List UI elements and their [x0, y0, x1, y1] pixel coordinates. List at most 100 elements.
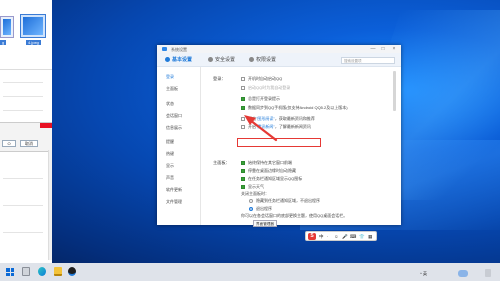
radio-exit-program[interactable]: 退出程序: [249, 206, 272, 212]
minimize-button[interactable]: —: [369, 46, 377, 52]
sidebar-item-software-update[interactable]: 软件更新: [166, 187, 182, 193]
settings-content: 登录： 开机时自动启动QQ 启动QQ时为我自动登录 总是打开登录提示 数据同步到…: [201, 67, 393, 227]
close-button[interactable]: ×: [390, 46, 398, 52]
tray-overflow[interactable]: ^ 英: [420, 271, 427, 277]
shield-icon: [208, 57, 213, 62]
divider: [3, 178, 43, 179]
scrollbar-thumb[interactable]: [393, 71, 396, 111]
option-label: 在任务栏通知区域显示QQ图标: [248, 176, 303, 181]
radio-label: 隐藏到任务栏通知区域，不退出程序: [256, 198, 320, 203]
ime-toolbox-icon[interactable]: ▦: [368, 233, 372, 240]
close-icon[interactable]: [40, 123, 52, 128]
tab-basic-settings[interactable]: 基本设置: [165, 56, 192, 65]
checkbox[interactable]: [241, 117, 245, 121]
option-show-weather[interactable]: 显示天气: [241, 184, 264, 190]
tab-permission-settings[interactable]: 权限设置: [249, 56, 276, 65]
option-label: 始终保持在其它窗口前端: [248, 160, 292, 165]
sidebar-item-display[interactable]: 显示: [166, 163, 174, 169]
checkbox[interactable]: [241, 86, 245, 90]
divider: [3, 82, 43, 83]
checkbox-checked[interactable]: [241, 169, 245, 173]
sidebar-item-reminder[interactable]: 提醒: [166, 139, 174, 145]
thumbnail-label: g: [0, 40, 7, 45]
radio-button[interactable]: [249, 199, 253, 203]
section-label-login: 登录：: [213, 76, 226, 81]
image-thumbnail[interactable]: [0, 16, 14, 38]
sidebar-item-chat-window[interactable]: 会话窗口: [166, 113, 182, 119]
checkbox-checked[interactable]: [241, 97, 245, 101]
scrollbar[interactable]: [48, 150, 52, 260]
ime-mode-chinese[interactable]: 中: [319, 233, 324, 240]
title-bar[interactable]: 系统设置 — □ ×: [157, 45, 401, 53]
sidebar-item-login[interactable]: 登录: [166, 74, 174, 80]
option-label-rest: ，了解最新新闻资讯: [274, 124, 311, 129]
radio-label: 退出程序: [256, 206, 272, 211]
tab-label: 安全设置: [215, 57, 236, 63]
checkbox[interactable]: [241, 125, 245, 129]
sidebar-item-status[interactable]: 状态: [166, 101, 174, 107]
sogou-logo-icon[interactable]: S: [308, 233, 316, 240]
tab-label: 基本设置: [172, 57, 193, 63]
ime-toolbar[interactable]: S 中 · ☺ 🎤 ⌨ 👕 ▦: [305, 231, 377, 241]
option-autologin[interactable]: 启动QQ时为我自动登录: [241, 85, 290, 91]
divider: [3, 232, 43, 233]
sidebar-item-sound[interactable]: 声音: [166, 175, 174, 181]
checkbox-checked[interactable]: [241, 161, 245, 165]
ok-button[interactable]: O: [2, 140, 16, 147]
option-label: 总是打开登录提示: [248, 96, 280, 101]
option-auto-hide[interactable]: 停靠在桌面边缘时自动隐藏: [241, 168, 296, 174]
option-tray-icon[interactable]: 在任务栏通知区域显示QQ图标: [241, 176, 302, 182]
thumbnail-image: [23, 17, 43, 35]
option-label: 停靠在桌面边缘时自动隐藏: [248, 168, 296, 173]
thumbnail-image: [3, 19, 11, 35]
radio-hide-to-tray[interactable]: 隐藏到任务栏通知区域，不退出程序: [249, 198, 320, 204]
option-graphic-reading[interactable]: 开启"图形阅读"，获取最新资讯和推荐: [241, 116, 315, 122]
option-login-prompt[interactable]: 总是打开登录提示: [241, 96, 280, 102]
option-link[interactable]: "图形阅读": [256, 116, 275, 121]
search-input[interactable]: 搜索设置项: [341, 57, 395, 64]
sidebar-item-info-display[interactable]: 信息展示: [166, 125, 182, 131]
edge-browser-icon[interactable]: [38, 267, 46, 276]
sidebar-item-hotkeys[interactable]: 热键: [166, 151, 174, 157]
sidebar-item-main-panel[interactable]: 主面板: [166, 86, 178, 92]
option-link[interactable]: "腾讯新闻": [256, 124, 275, 129]
divider: [3, 110, 43, 111]
divider: [3, 96, 43, 97]
file-explorer-icon[interactable]: [54, 267, 62, 276]
cancel-button[interactable]: 取消: [20, 140, 38, 147]
maximize-button[interactable]: □: [379, 46, 387, 52]
qq-penguin-icon[interactable]: [68, 267, 76, 276]
option-sync-mobile[interactable]: 数据同步到QQ手机版(仅支持Android QQ5.2及以上版本): [241, 105, 348, 111]
checkbox-checked[interactable]: [241, 177, 245, 181]
option-label: 数据同步到QQ手机版(仅支持Android QQ5.2及以上版本): [248, 105, 348, 110]
tab-security-settings[interactable]: 安全设置: [208, 56, 235, 65]
image-thumbnail-selected[interactable]: [20, 14, 46, 38]
option-label: 开启: [248, 124, 256, 129]
app-icon: [162, 47, 167, 51]
option-always-on-top[interactable]: 始终保持在其它窗口前端: [241, 160, 292, 166]
ime-keyboard-icon[interactable]: ⌨: [350, 233, 357, 240]
checkbox-checked[interactable]: [241, 185, 245, 189]
checkbox-checked[interactable]: [241, 106, 245, 110]
tab-label: 权限设置: [256, 57, 277, 63]
notification-icon[interactable]: [485, 269, 491, 277]
option-autostart[interactable]: 开机时自动启动QQ: [241, 76, 282, 82]
ime-skin-icon[interactable]: 👕: [359, 233, 365, 240]
option-tencent-news[interactable]: 开启"腾讯新闻"，了解最新新闻资讯: [241, 124, 311, 130]
highlight-box: [237, 138, 321, 147]
thumbnail-area: g 4.jpeg: [0, 0, 52, 70]
ime-emoji-icon[interactable]: ☺: [334, 233, 339, 240]
ime-punctuation[interactable]: ·: [327, 233, 329, 240]
option-label: 开启: [248, 116, 256, 121]
cloud-icon[interactable]: [458, 270, 468, 277]
sidebar-item-file-management[interactable]: 文件管理: [166, 199, 182, 205]
radio-button-selected[interactable]: [249, 207, 253, 211]
task-view-icon[interactable]: [22, 267, 30, 276]
checkbox[interactable]: [241, 77, 245, 81]
windows-start-icon[interactable]: [6, 268, 14, 276]
option-label: 显示天气: [248, 184, 264, 189]
ui-manager-button[interactable]: 界面管理器: [253, 220, 277, 227]
theme-note: 你可以在各会话窗口的底部更换主题，使用QQ桌面会话栏。: [241, 213, 348, 218]
ime-mic-icon[interactable]: 🎤: [342, 233, 348, 240]
section-label-main-panel: 主面板：: [213, 160, 230, 165]
